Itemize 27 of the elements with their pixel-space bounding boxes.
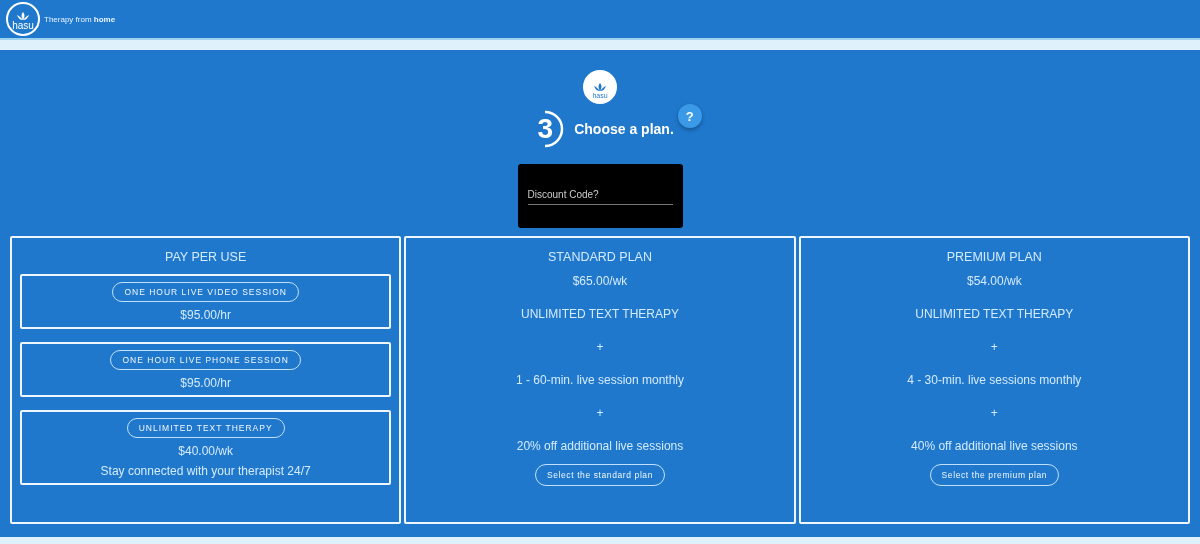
price: $54.00/wk: [966, 274, 1022, 290]
card-title: STANDARD PLAN: [548, 250, 652, 264]
plan-feature: +: [596, 406, 604, 422]
plan-feature: 40% off additional live sessions: [911, 439, 1078, 455]
lotus-icon: [16, 12, 30, 22]
price: $40.00/wk: [178, 444, 233, 458]
plan-feature: +: [990, 406, 998, 422]
lotus-icon: [593, 83, 607, 93]
plan-feature: +: [596, 340, 604, 356]
step-title: Choose a plan.: [574, 121, 674, 137]
discount-field[interactable]: Discount Code?: [517, 164, 683, 228]
card-title: PAY PER USE: [165, 250, 247, 264]
plan-feature: 20% off additional live sessions: [516, 439, 684, 455]
plan-feature: +: [990, 340, 998, 356]
plan-feature: 4 - 30-min. live sessions monthly: [907, 373, 1082, 389]
plan-feature: UNLIMITED TEXT THERAPY: [520, 307, 679, 323]
price: $65.00/wk: [572, 274, 628, 290]
card-title: PREMIUM PLAN: [946, 250, 1042, 264]
logo-text: hasu: [12, 21, 34, 32]
option-note: Stay connected with your therapist 24/7: [100, 464, 311, 478]
plan-feature: 1 - 60-min. live session monthly: [515, 373, 685, 389]
price: $95.00/hr: [180, 308, 231, 322]
help-button[interactable]: ?: [677, 104, 702, 128]
tagline: Therapy from home: [44, 14, 116, 24]
step-number: 3: [526, 110, 565, 148]
price: $95.00/hr: [180, 376, 231, 390]
plan-feature: UNLIMITED TEXT THERAPY: [915, 307, 1074, 323]
